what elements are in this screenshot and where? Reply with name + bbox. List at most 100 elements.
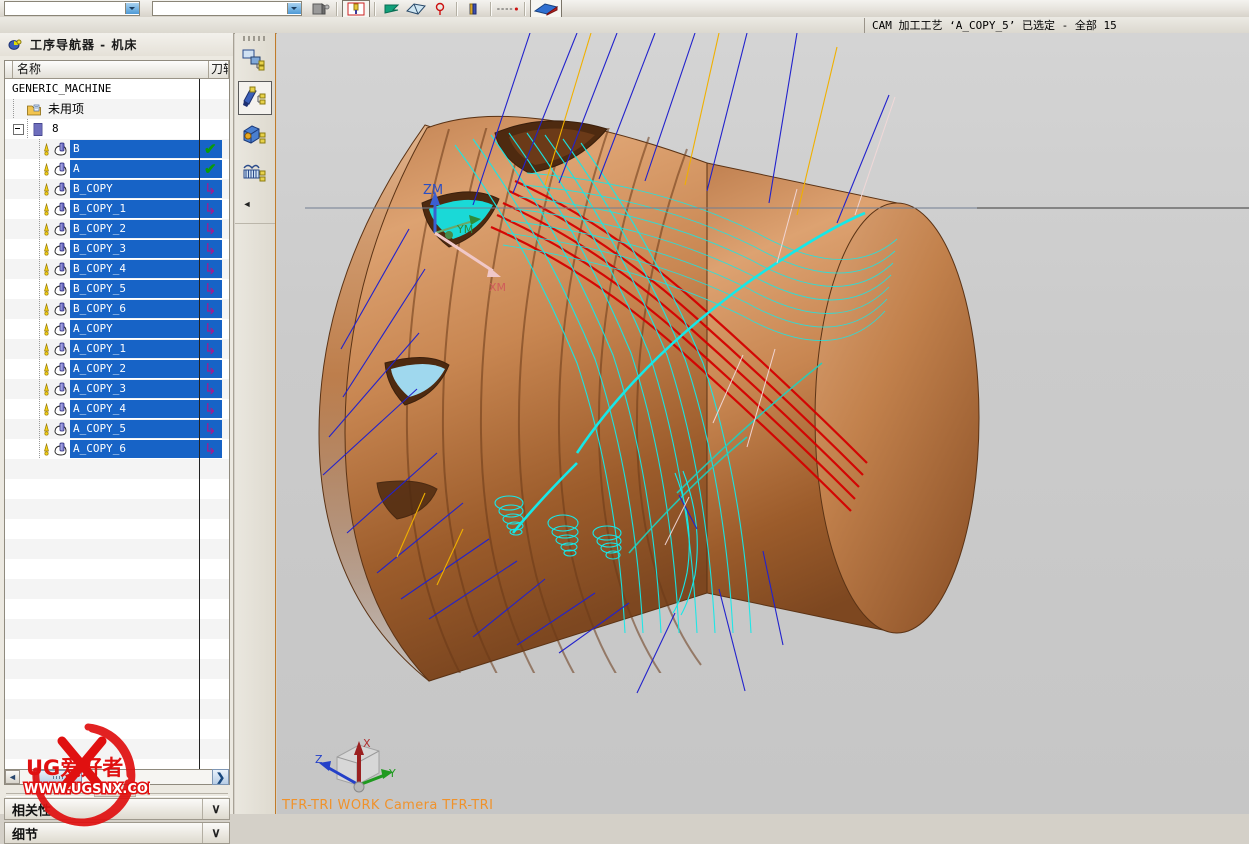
panel-splitter[interactable] [6,791,228,797]
column-divider [199,599,200,619]
column-divider [199,739,200,759]
toolpath-status-cell: ✔ [204,139,229,159]
tree-row-selected[interactable]: A_COPY_4 ↳ [5,399,229,419]
column-divider [199,239,200,259]
tree-col-toolpath[interactable]: 刀轨 [209,61,229,78]
point-set-icon[interactable] [428,1,452,17]
tree-horizontal-scrollbar[interactable]: ◄ ❯ [4,769,230,785]
tool-a-icon [54,382,69,396]
tool-b-icon [54,282,69,296]
tree-row-empty [5,579,229,599]
tool-a-icon [54,322,69,336]
tree-row[interactable]: GENERIC_MACHINE [5,79,229,99]
cam-toolpath-render: YM XM X Y Z [305,33,1249,793]
machine-icon [33,122,44,136]
program-order-view-tab[interactable] [238,43,272,77]
tree-row-empty [5,479,229,499]
tree-row-selected[interactable]: B_COPY_3 ↳ [5,239,229,259]
resource-bar-grip[interactable] [243,36,267,41]
tree-rows-container[interactable]: GENERIC_MACHINE 未用项 8 B ✔ A ✔ B_COPY ↳ B_COPY_1 ↳ B… [5,79,229,774]
column-divider [199,579,200,599]
tree-row-selected[interactable]: A_COPY_1 ↳ [5,339,229,359]
column-divider [199,639,200,659]
warning-icon [41,262,52,276]
green-flag-icon[interactable] [380,1,404,17]
regenerate-arrow-icon: ↳ [204,360,217,378]
shaded-view-icon[interactable] [530,0,562,18]
geometry-view-tab[interactable] [238,119,272,153]
face-selection-icon[interactable] [404,1,428,17]
tool-a-icon [54,442,69,456]
tool-b-icon [54,182,69,196]
scroll-right-button[interactable]: ❯ [212,769,229,785]
dependencies-panel-header[interactable]: 相关性 ∨ [4,798,230,820]
tree-row-empty [5,539,229,559]
tree-row-label: GENERIC_MACHINE [12,82,112,95]
toolpath-status-cell: ↳ [204,259,229,279]
scroll-thumb[interactable] [34,770,82,784]
operation-tree[interactable]: 名称 刀轨 GENERIC_MACHINE未用项8B✔A✔B_COPY↳B_CO… [4,60,230,775]
scroll-track[interactable] [20,770,212,784]
tree-row-selected[interactable]: B_COPY_1 ↳ [5,199,229,219]
tool-holder-icon[interactable] [342,0,370,18]
layer-settings-icon[interactable] [462,1,486,17]
toolpath-status-cell: ↳ [204,359,229,379]
toolbar-combo-2[interactable] [152,1,302,16]
tree-row-empty [5,559,229,579]
check-icon: ✔ [204,160,217,178]
tool-b-icon [54,202,69,216]
details-panel-header[interactable]: 细节 ∨ [4,822,230,844]
tree-row-selected[interactable]: B_COPY_5 ↳ [5,279,229,299]
regenerate-arrow-icon: ↳ [204,440,217,458]
warning-icon [41,302,52,316]
tool-b-icon [54,302,69,316]
tree-row-selected[interactable]: A_COPY_5 ↳ [5,419,229,439]
toolpath-status-cell: ↳ [204,379,229,399]
column-divider [199,679,200,699]
tree-row[interactable]: 未用项 [5,99,229,119]
chevron-down-icon[interactable]: ∨ [202,823,229,843]
status-cue-bar: CAM 加工工艺 ‘A_COPY_5’ 已选定 - 全部 15 [840,17,1249,33]
column-divider [199,139,200,159]
tree-col-name[interactable]: 名称 [13,61,209,78]
column-divider [199,179,200,199]
tree-row[interactable]: 8 [5,119,229,139]
column-divider [199,419,200,439]
expand-collapse-toggle[interactable] [13,123,24,135]
tree-row-selected[interactable]: A_COPY_2 ↳ [5,359,229,379]
tree-row-selected[interactable]: B_COPY_4 ↳ [5,259,229,279]
dashed-line-icon[interactable] [496,1,520,17]
column-divider [199,279,200,299]
tree-row-empty [5,519,229,539]
column-divider [199,159,200,179]
tree-row-selected[interactable]: B ✔ [5,139,229,159]
tree-row-selected[interactable]: A_COPY_6 ↳ [5,439,229,459]
svg-text:XM: XM [489,281,506,294]
tree-row-selected[interactable]: A ✔ [5,159,229,179]
tree-row-selected[interactable]: B_COPY_6 ↳ [5,299,229,319]
toolpath-status-cell: ↳ [204,219,229,239]
warning-icon [41,322,52,336]
collapse-resource-bar-button[interactable]: ◄ [242,198,252,210]
tree-row-selected[interactable]: A_COPY ↳ [5,319,229,339]
tree-row-selected[interactable]: B_COPY ↳ [5,179,229,199]
toolbar-combo-1[interactable] [4,1,140,16]
tree-row-selected[interactable]: B_COPY_2 ↳ [5,219,229,239]
column-divider [199,359,200,379]
tree-row-selected[interactable]: A_COPY_3 ↳ [5,379,229,399]
toolpath-status-cell: ↳ [204,299,229,319]
machine-tool-view-tab[interactable] [238,81,272,115]
column-divider [199,99,200,119]
column-divider [199,259,200,279]
machining-method-view-tab[interactable] [238,157,272,191]
graphics-viewport[interactable]: YM XM X Y Z ZM TFR-TRI WORK Camera TFR-T… [277,33,1249,814]
scroll-left-button[interactable]: ◄ [5,770,20,784]
tree-row-empty [5,619,229,639]
regenerate-arrow-icon: ↳ [204,340,217,358]
warning-icon [41,402,52,416]
chevron-down-icon[interactable]: ∨ [202,799,229,819]
regenerate-arrow-icon: ↳ [204,260,217,278]
chevron-down-icon[interactable] [287,3,301,14]
shaded-toggle-icon[interactable] [308,1,332,17]
chevron-down-icon[interactable] [125,3,139,14]
